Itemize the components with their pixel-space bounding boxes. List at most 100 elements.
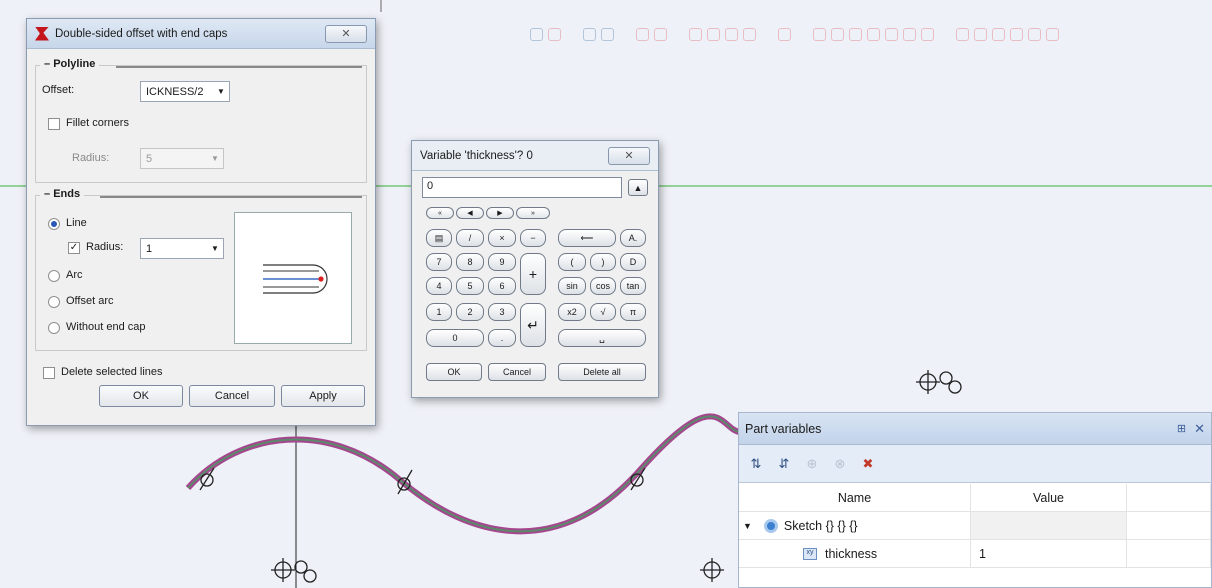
ends-group: – Ends Line ✓ Radius: 1 ▼ Arc Offset arc … [35, 188, 367, 351]
polyline-heading: – Polyline [40, 58, 100, 70]
toolbar-icon[interactable] [1028, 28, 1041, 41]
space-button[interactable]: ␣ [558, 329, 646, 347]
key-3[interactable]: 3 [488, 303, 516, 321]
variable-icon: xy [803, 547, 817, 560]
cos-button[interactable]: cos [590, 277, 616, 295]
table-row[interactable]: xy thickness 1 [739, 540, 1211, 568]
key-6[interactable]: 6 [488, 277, 516, 295]
sqrt-button[interactable]: √ [590, 303, 616, 321]
tan-button[interactable]: tan [620, 277, 646, 295]
end-radius-combo[interactable]: 1 ▼ [140, 238, 224, 259]
row-value[interactable]: 1 [971, 540, 1127, 567]
calculator-titlebar[interactable]: Variable 'thickness'? 0 ✕ [412, 141, 658, 171]
fillet-radius-combo[interactable]: 5 ▼ [140, 148, 224, 169]
nav-first-button[interactable]: « [426, 207, 454, 219]
remove-variable-icon[interactable]: ⊗ [831, 455, 849, 473]
key-7[interactable]: 7 [426, 253, 452, 271]
enter-button[interactable]: ↵ [520, 303, 546, 347]
close-icon[interactable]: ✕ [1194, 421, 1205, 437]
add-variable-icon[interactable]: ⊕ [803, 455, 821, 473]
pi-button[interactable]: π [620, 303, 646, 321]
backspace-button[interactable]: ⟵ [558, 229, 616, 247]
delete-all-button[interactable]: Delete all [558, 363, 646, 381]
key-5[interactable]: 5 [456, 277, 484, 295]
delete-lines-checkbox[interactable] [43, 367, 55, 379]
apply-button[interactable]: Apply [281, 385, 365, 407]
expand-up-button[interactable]: ▲ [628, 179, 648, 196]
offset-curve-outer[interactable] [185, 413, 741, 535]
expand-arrow-icon[interactable]: ▼ [743, 521, 752, 531]
toolbar-icon[interactable] [903, 28, 916, 41]
panel-title: Part variables [745, 421, 822, 436]
toolbar-icon[interactable] [956, 28, 969, 41]
calc-cancel-button[interactable]: Cancel [488, 363, 546, 381]
sort-ascending-icon[interactable]: ⇅ [747, 455, 765, 473]
toolbar-icon[interactable] [831, 28, 844, 41]
toolbar-icon[interactable] [778, 28, 791, 41]
toolbar-icon[interactable] [867, 28, 880, 41]
calculator-input[interactable]: 0 [422, 177, 622, 198]
chevron-down-icon: ▼ [217, 87, 225, 96]
toolbar-icon[interactable] [725, 28, 738, 41]
d-button[interactable]: D [620, 253, 646, 271]
line-radio[interactable] [48, 218, 60, 230]
memory-button[interactable]: ▤ [426, 229, 452, 247]
table-row[interactable]: ▼ Sketch {} {} {} [739, 512, 1211, 540]
fillet-checkbox[interactable] [48, 118, 60, 130]
cancel-button[interactable]: Cancel [189, 385, 275, 407]
right-paren-button[interactable]: ) [590, 253, 616, 271]
toolbar-icon[interactable] [654, 28, 667, 41]
multiply-button[interactable]: × [488, 229, 516, 247]
nav-last-button[interactable]: » [516, 207, 550, 219]
key-1[interactable]: 1 [426, 303, 452, 321]
toolbar-icon[interactable] [707, 28, 720, 41]
toolbar-icon[interactable] [689, 28, 702, 41]
arc-radio[interactable] [48, 270, 60, 282]
toolbar-icon[interactable] [921, 28, 934, 41]
toolbar-icon[interactable] [530, 28, 543, 41]
close-button[interactable]: ✕ [325, 24, 367, 43]
divide-button[interactable]: / [456, 229, 484, 247]
delete-icon[interactable]: ✖ [859, 455, 877, 473]
toolbar-icon[interactable] [974, 28, 987, 41]
nav-next-button[interactable]: ▶ [486, 207, 514, 219]
pin-icon[interactable]: ⊞ [1177, 422, 1186, 435]
toolbar-icon[interactable] [636, 28, 649, 41]
key-8[interactable]: 8 [456, 253, 484, 271]
toolbar-icon[interactable] [813, 28, 826, 41]
key-4[interactable]: 4 [426, 277, 452, 295]
ok-button[interactable]: OK [99, 385, 183, 407]
without-cap-radio[interactable] [48, 322, 60, 334]
square-button[interactable]: x2 [558, 303, 586, 321]
toolbar-icon[interactable] [743, 28, 756, 41]
toolbar-icon[interactable] [992, 28, 1005, 41]
plus-button[interactable]: + [520, 253, 546, 295]
answer-button[interactable]: A. [620, 229, 646, 247]
sort-descending-icon[interactable]: ⇵ [775, 455, 793, 473]
redo-icon[interactable] [601, 28, 614, 41]
undo-icon[interactable] [583, 28, 596, 41]
toolbar-icon[interactable] [885, 28, 898, 41]
toolbar-icon[interactable] [849, 28, 862, 41]
key-9[interactable]: 9 [488, 253, 516, 271]
offset-combo[interactable]: ICKNESS/2 ▼ [140, 81, 230, 102]
toolbar-icon[interactable] [1010, 28, 1023, 41]
calculator-title: Variable 'thickness'? 0 [420, 149, 533, 162]
column-header-value[interactable]: Value [971, 484, 1127, 511]
calc-ok-button[interactable]: OK [426, 363, 482, 381]
column-header-empty [1127, 484, 1211, 511]
offset-arc-radio[interactable] [48, 296, 60, 308]
decimal-button[interactable]: . [488, 329, 516, 347]
nav-prev-button[interactable]: ◀ [456, 207, 484, 219]
left-paren-button[interactable]: ( [558, 253, 586, 271]
dialog-titlebar[interactable]: Double-sided offset with end caps ✕ [27, 19, 375, 49]
toolbar-icon[interactable] [548, 28, 561, 41]
sin-button[interactable]: sin [558, 277, 586, 295]
minus-button[interactable]: − [520, 229, 546, 247]
close-button[interactable]: ✕ [608, 146, 650, 165]
key-2[interactable]: 2 [456, 303, 484, 321]
end-radius-checkbox[interactable]: ✓ [68, 242, 80, 254]
key-0[interactable]: 0 [426, 329, 484, 347]
toolbar-icon[interactable] [1046, 28, 1059, 41]
column-header-name[interactable]: Name [739, 484, 971, 511]
